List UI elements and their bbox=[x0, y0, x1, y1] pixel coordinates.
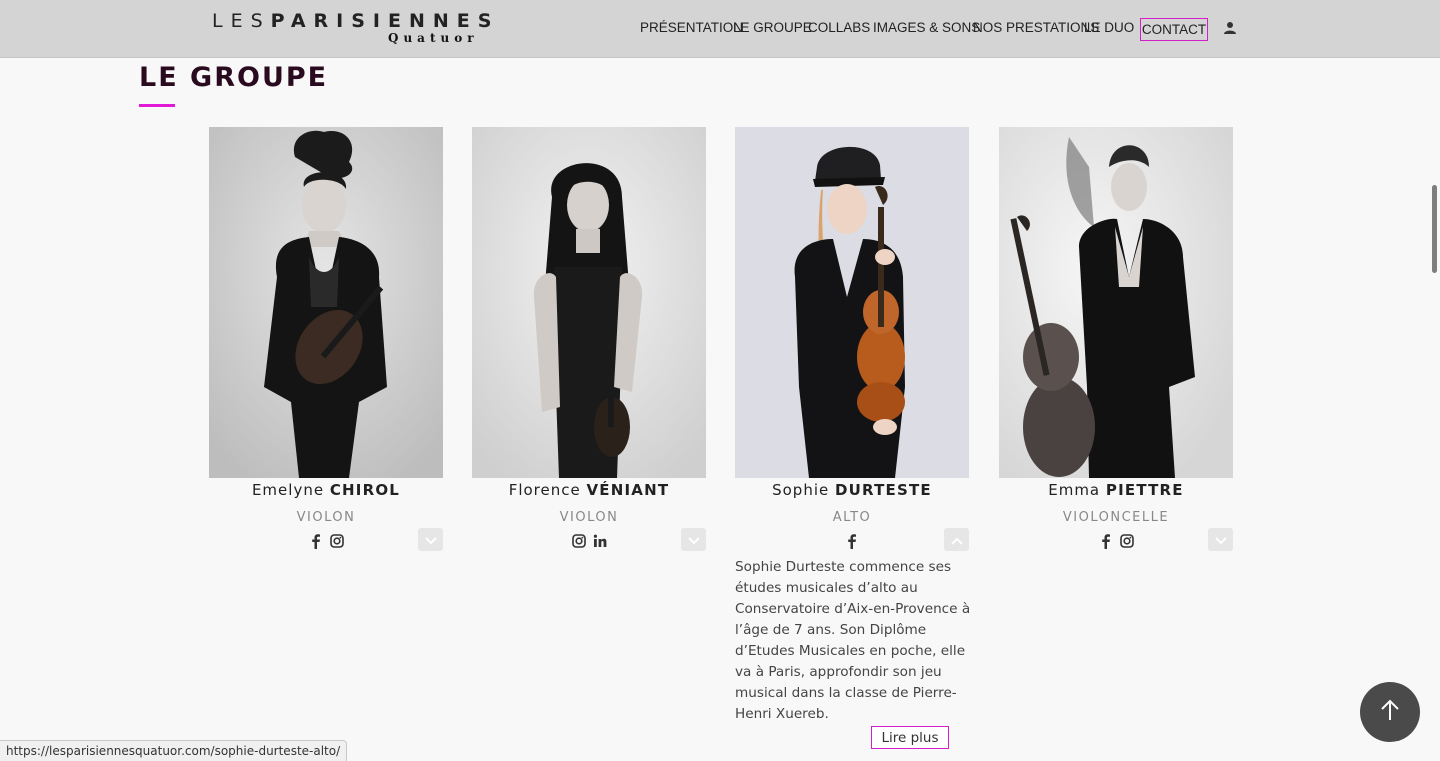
title-underline bbox=[139, 104, 175, 107]
member-role: ALTO bbox=[832, 510, 872, 525]
nav-le-groupe[interactable]: LE GROUPE bbox=[733, 20, 812, 35]
expand-bio-button[interactable] bbox=[681, 528, 706, 551]
expand-bio-button[interactable] bbox=[418, 528, 443, 551]
chevron-up-icon bbox=[950, 530, 963, 549]
instagram-icon[interactable] bbox=[1119, 533, 1134, 549]
nav-images-sons[interactable]: IMAGES & SONS bbox=[873, 20, 980, 35]
collapse-bio-button[interactable] bbox=[944, 528, 969, 551]
facebook-icon[interactable] bbox=[309, 533, 323, 549]
nav-presentation[interactable]: PRÉSENTATION bbox=[640, 20, 743, 35]
nav-contact-button[interactable]: CONTACT bbox=[1140, 18, 1208, 41]
member-last-name: CHIROL bbox=[329, 481, 401, 499]
member-photo bbox=[735, 127, 969, 478]
page-title: LE GROUPE bbox=[139, 62, 329, 93]
instagram-icon[interactable] bbox=[329, 533, 344, 549]
browser-status-url: https://lesparisiennesquatuor.com/sophie… bbox=[0, 740, 348, 761]
member-socials bbox=[209, 533, 443, 549]
nav-collabs[interactable]: COLLABS bbox=[808, 20, 870, 35]
member-name: Emma PIETTRE bbox=[999, 481, 1233, 499]
member-first-name: Emelyne bbox=[251, 481, 325, 499]
scrollbar-thumb[interactable] bbox=[1432, 185, 1437, 273]
member-socials bbox=[472, 533, 706, 549]
member-photo bbox=[472, 127, 706, 478]
linkedin-icon[interactable] bbox=[593, 533, 607, 549]
chevron-down-icon bbox=[687, 530, 700, 549]
member-last-name: DURTESTE bbox=[835, 481, 932, 499]
instagram-icon[interactable] bbox=[571, 533, 586, 549]
member-last-name: PIETTRE bbox=[1105, 481, 1184, 499]
member-first-name: Florence bbox=[508, 481, 581, 499]
arrow-up-icon bbox=[1380, 699, 1400, 725]
member-first-name: Emma bbox=[1048, 481, 1101, 499]
member-name: Florence VÉNIANT bbox=[472, 481, 706, 499]
read-more-button[interactable]: Lire plus bbox=[871, 726, 949, 749]
scroll-to-top-button[interactable] bbox=[1360, 682, 1420, 742]
member-role: VIOLONCELLE bbox=[1062, 510, 1170, 525]
chevron-down-icon bbox=[1214, 530, 1227, 549]
member-photo bbox=[209, 127, 443, 478]
nav-le-duo[interactable]: LE DUO bbox=[1084, 20, 1134, 35]
member-name: Emelyne CHIROL bbox=[209, 481, 443, 499]
member-role: VIOLON bbox=[559, 510, 619, 525]
logo-part-parisiennes: PARISIENNES bbox=[270, 10, 500, 32]
member-name: Sophie DURTESTE bbox=[735, 481, 969, 499]
member-socials bbox=[735, 533, 969, 549]
expand-bio-button[interactable] bbox=[1208, 528, 1233, 551]
site-header: LESPARISIENNES Quatuor PRÉSENTATION LE G… bbox=[0, 0, 1440, 58]
member-first-name: Sophie bbox=[772, 481, 830, 499]
logo-text: LESPARISIENNES bbox=[212, 10, 499, 32]
member-last-name: VÉNIANT bbox=[586, 481, 670, 499]
site-logo[interactable]: LESPARISIENNES Quatuor bbox=[212, 10, 512, 50]
user-icon[interactable] bbox=[1223, 20, 1237, 34]
facebook-icon[interactable] bbox=[845, 533, 859, 549]
page-scrollbar[interactable] bbox=[1428, 58, 1440, 761]
chevron-down-icon bbox=[424, 530, 437, 549]
facebook-icon[interactable] bbox=[1099, 533, 1113, 549]
logo-part-les: LES bbox=[212, 10, 271, 32]
member-socials bbox=[999, 533, 1233, 549]
logo-subtitle: Quatuor bbox=[388, 31, 479, 45]
member-role: VIOLON bbox=[296, 510, 356, 525]
nav-nos-prestations[interactable]: NOS PRESTATIONS bbox=[973, 20, 1099, 35]
member-photo bbox=[999, 127, 1233, 478]
member-bio: Sophie Durteste commence ses études musi… bbox=[735, 559, 971, 722]
